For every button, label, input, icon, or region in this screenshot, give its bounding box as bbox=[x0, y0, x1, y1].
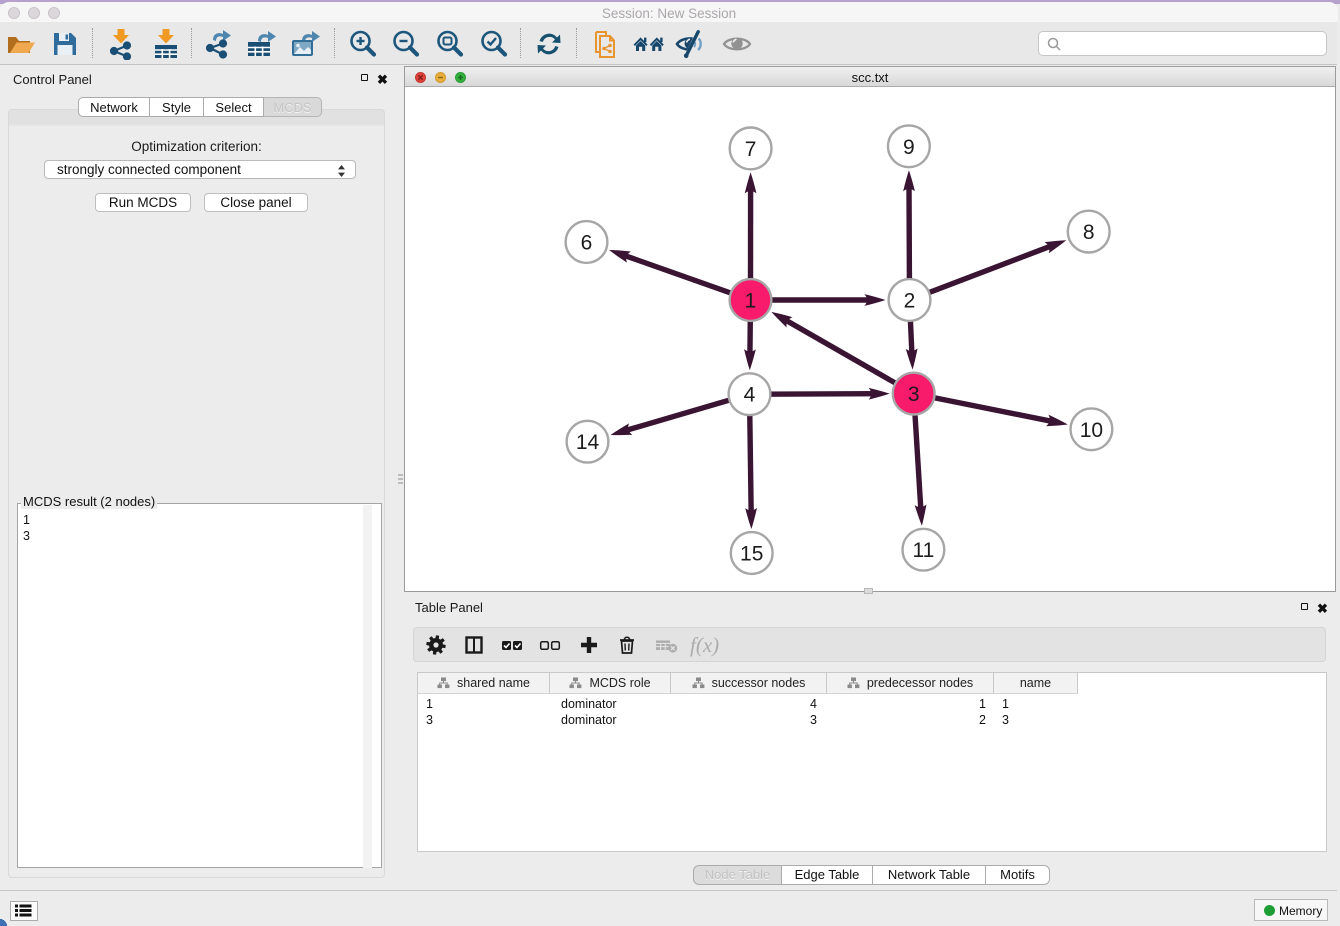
svg-text:3: 3 bbox=[908, 383, 920, 406]
svg-text:11: 11 bbox=[912, 539, 934, 562]
svg-text:14: 14 bbox=[576, 431, 600, 454]
svg-text:9: 9 bbox=[903, 136, 915, 159]
svg-text:8: 8 bbox=[1083, 221, 1095, 244]
svg-text:1: 1 bbox=[745, 290, 757, 313]
svg-text:4: 4 bbox=[744, 384, 756, 407]
svg-text:7: 7 bbox=[745, 138, 757, 161]
svg-text:6: 6 bbox=[581, 232, 593, 255]
svg-text:15: 15 bbox=[740, 543, 763, 566]
svg-text:2: 2 bbox=[904, 290, 916, 313]
svg-text:10: 10 bbox=[1080, 419, 1103, 442]
